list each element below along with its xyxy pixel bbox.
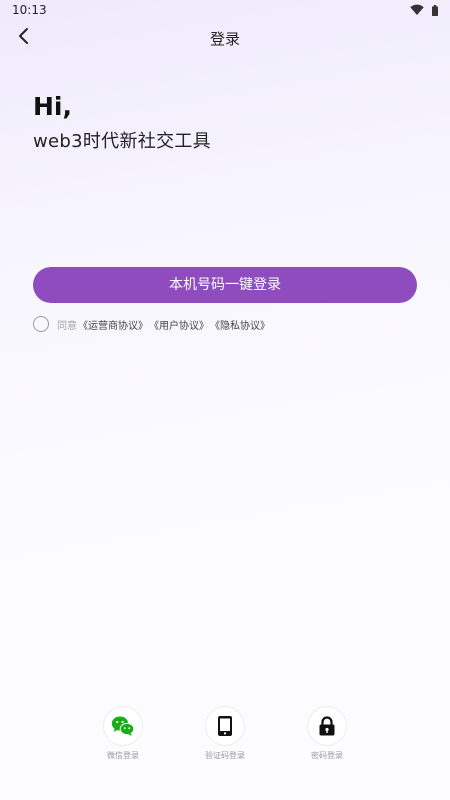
password-login-label: 密码登录 <box>311 751 343 760</box>
status-bar: 10:13 <box>0 0 450 22</box>
one-key-login-button[interactable]: 本机号码一键登录 <box>33 267 417 303</box>
wechat-icon <box>111 716 135 736</box>
sms-code-login-button[interactable] <box>205 706 245 746</box>
page-title: 登录 <box>209 30 240 48</box>
sms-code-login-option[interactable]: 验证码登录 <box>195 706 255 761</box>
password-login-button[interactable] <box>307 706 347 746</box>
status-time: 10:13 <box>12 3 47 17</box>
agreement-row: 同意 《运营商协议》 《用户协议》 《隐私协议》 <box>33 316 270 332</box>
battery-icon <box>432 4 438 16</box>
wechat-login-label: 微信登录 <box>107 751 139 760</box>
lock-icon <box>319 716 335 736</box>
privacy-agreement-link[interactable]: 《隐私协议》 <box>210 317 270 332</box>
carrier-agreement-link[interactable]: 《运营商协议》 <box>78 317 148 332</box>
agreement-prefix: 同意 <box>57 320 77 332</box>
password-login-option[interactable]: 密码登录 <box>297 706 357 761</box>
agreement-checkbox[interactable] <box>33 316 49 332</box>
user-agreement-link[interactable]: 《用户协议》 <box>149 317 209 332</box>
wechat-login-button[interactable] <box>103 706 143 746</box>
phone-icon <box>218 716 232 736</box>
status-icons <box>410 4 438 16</box>
sms-code-login-label: 验证码登录 <box>205 751 245 760</box>
nav-bar: 登录 <box>0 22 450 52</box>
greeting-heading: Hi, <box>33 92 72 121</box>
greeting-subtitle: web3时代新社交工具 <box>33 131 211 152</box>
wechat-login-option[interactable]: 微信登录 <box>93 706 153 761</box>
wifi-icon <box>410 4 424 15</box>
